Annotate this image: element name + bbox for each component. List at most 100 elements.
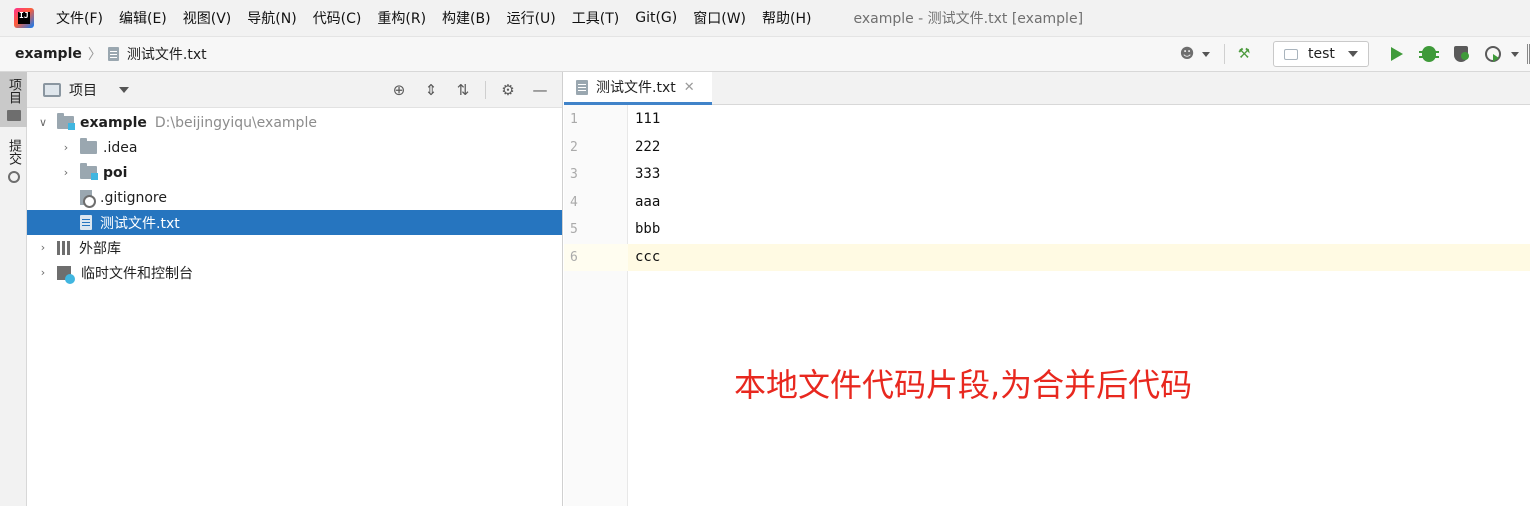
menu-file[interactable]: 文件(F) — [56, 8, 103, 28]
profile-button[interactable] — [1477, 41, 1509, 67]
folder-icon — [6, 110, 21, 121]
collapse-all-icon[interactable]: ⇅ — [447, 78, 479, 102]
window-title: example - 测试文件.txt [example] — [853, 11, 1084, 27]
tree-item-scratches[interactable]: › 临时文件和控制台 — [27, 260, 562, 285]
chevron-right-icon[interactable]: › — [60, 166, 72, 179]
tree-item-label: poi — [103, 164, 128, 181]
module-folder-icon — [57, 113, 75, 130]
tree-item-label: 测试文件.txt — [100, 215, 180, 232]
commit-icon — [7, 171, 20, 183]
tree-item-label: .idea — [103, 139, 138, 156]
menu-view[interactable]: 视图(V) — [183, 8, 232, 28]
tree-item-label: 临时文件和控制台 — [81, 265, 193, 282]
toolbar-right: ☻ ⚒ test — [1174, 37, 1530, 71]
coverage-shield-icon — [1454, 46, 1469, 62]
menu-help[interactable]: 帮助(H) — [762, 8, 811, 28]
library-icon — [57, 240, 73, 255]
more-run-options-icon[interactable] — [1511, 51, 1519, 57]
run-button[interactable] — [1381, 41, 1413, 67]
coverage-button[interactable] — [1445, 41, 1477, 67]
menu-navigate[interactable]: 导航(N) — [247, 8, 296, 28]
run-config-icon — [1284, 48, 1298, 60]
tree-item-label: 外部库 — [79, 240, 121, 257]
line-number: 5 — [570, 222, 578, 237]
debug-bug-icon — [1419, 46, 1439, 62]
run-icon — [1391, 47, 1403, 61]
editor-gutter[interactable]: 1 2 3 4 5 6 — [564, 105, 628, 506]
navigation-bar: example 〉 测试文件.txt ☻ ⚒ test — [0, 36, 1530, 72]
run-config-selector[interactable]: test — [1273, 41, 1369, 67]
project-panel-title[interactable]: 项目 — [69, 80, 97, 100]
project-panel-tools: ⊕ ⇕ ⇅ ⚙ — — [383, 72, 556, 108]
tree-item-external-libraries[interactable]: › 外部库 — [27, 235, 562, 260]
debug-button[interactable] — [1413, 41, 1445, 67]
tree-item-example[interactable]: ∨ example D:\beijingyiqu\example — [27, 110, 562, 135]
menu-edit[interactable]: 编辑(E) — [119, 8, 167, 28]
toolbar-divider — [1224, 44, 1225, 64]
tree-item-label: example — [80, 114, 147, 131]
breadcrumb-file[interactable]: 测试文件.txt — [127, 44, 207, 64]
chevron-right-icon[interactable]: › — [60, 141, 72, 154]
line-number: 1 — [570, 112, 578, 127]
code-line[interactable]: aaa — [635, 194, 660, 210]
left-tool-strip: 项目 提交 — [0, 72, 27, 506]
ignored-file-icon — [80, 190, 96, 208]
chevron-down-icon — [1348, 51, 1358, 57]
tree-item-gitignore[interactable]: .gitignore — [27, 185, 562, 210]
line-number: 4 — [570, 195, 578, 210]
breadcrumb-project[interactable]: example — [15, 46, 82, 62]
menu-code[interactable]: 代码(C) — [313, 8, 362, 28]
text-file-icon — [80, 215, 92, 230]
code-editor[interactable]: 111 222 333 aaa bbb ccc — [628, 105, 1530, 506]
profiler-icon — [1485, 46, 1501, 62]
breadcrumb-separator-icon: 〉 — [87, 47, 102, 63]
menu-tools[interactable]: 工具(T) — [572, 8, 619, 28]
code-line[interactable]: bbb — [635, 221, 660, 237]
menu-bar: IJ 文件(F) 编辑(E) 视图(V) 导航(N) 代码(C) 重构(R) 构… — [0, 0, 1530, 36]
line-number: 2 — [570, 140, 578, 155]
menu-window[interactable]: 窗口(W) — [693, 8, 746, 28]
code-line[interactable]: 222 — [635, 139, 660, 155]
code-line[interactable]: ccc — [635, 249, 660, 265]
folder-icon — [80, 138, 97, 154]
tool-tab-commit[interactable]: 提交 — [0, 133, 27, 189]
tree-item-label: .gitignore — [100, 189, 167, 206]
hide-panel-icon[interactable]: — — [524, 78, 556, 102]
run-config-label: test — [1308, 46, 1335, 62]
tree-item-test-file[interactable]: 测试文件.txt — [27, 210, 562, 235]
expand-all-icon[interactable]: ⇕ — [415, 78, 447, 102]
locate-file-icon[interactable]: ⊕ — [383, 78, 415, 102]
code-line[interactable]: 111 — [635, 111, 660, 127]
close-icon[interactable]: ✕ — [684, 80, 695, 95]
text-file-icon — [576, 79, 588, 95]
menu-refactor[interactable]: 重构(R) — [377, 8, 426, 28]
tree-item-idea[interactable]: › .idea — [27, 135, 562, 160]
line-number: 3 — [570, 167, 578, 182]
tool-tab-project[interactable]: 项目 — [0, 72, 27, 127]
project-tree: ∨ example D:\beijingyiqu\example › .idea… — [27, 110, 562, 285]
menu-git[interactable]: Git(G) — [635, 10, 677, 26]
menu-build[interactable]: 构建(B) — [442, 8, 491, 28]
menu-run[interactable]: 运行(U) — [507, 8, 556, 28]
current-line-highlight — [628, 244, 1530, 271]
editor-tab-test-file[interactable]: 测试文件.txt ✕ — [564, 72, 712, 105]
user-icon[interactable]: ☻ — [1174, 44, 1200, 64]
panel-tools-divider — [485, 81, 486, 99]
module-folder-icon — [80, 163, 98, 180]
scratches-console-icon — [57, 265, 75, 284]
chevron-down-icon[interactable] — [119, 86, 129, 93]
code-line[interactable]: 333 — [635, 166, 660, 182]
build-hammer-icon[interactable]: ⚒ — [1231, 42, 1257, 66]
chevron-down-icon[interactable]: ∨ — [37, 116, 49, 129]
line-number: 6 — [570, 250, 578, 265]
intellij-logo-icon[interactable]: IJ — [14, 8, 34, 28]
user-dropdown-icon[interactable] — [1202, 51, 1210, 57]
editor-tab-label: 测试文件.txt — [596, 80, 676, 96]
editor-tab-bar: 测试文件.txt ✕ — [564, 72, 1530, 105]
tool-tab-project-label: 项目 — [6, 78, 21, 104]
tree-item-poi[interactable]: › poi — [27, 160, 562, 185]
red-annotation-text: 本地文件代码片段,为合并后代码 — [734, 366, 1193, 404]
chevron-right-icon[interactable]: › — [37, 266, 49, 279]
chevron-right-icon[interactable]: › — [37, 241, 49, 254]
gear-icon[interactable]: ⚙ — [492, 78, 524, 102]
